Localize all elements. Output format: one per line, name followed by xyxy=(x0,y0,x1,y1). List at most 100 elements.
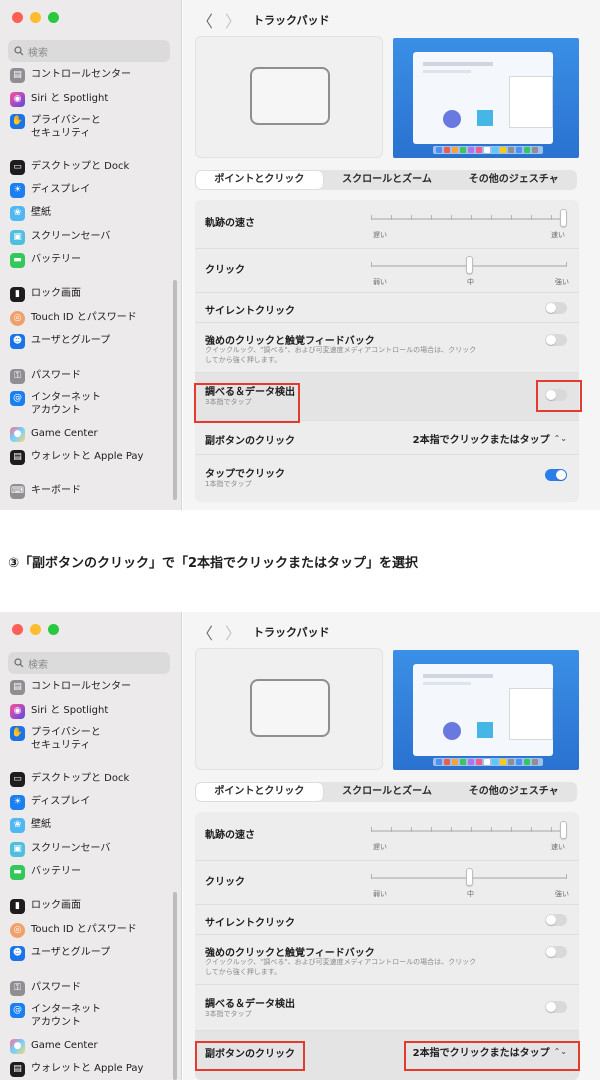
sidebar-item-screensaver[interactable]: ▣ スクリーンセーバ xyxy=(10,230,110,245)
sidebar-item-siri[interactable]: ◉ Siri と Spotlight xyxy=(10,92,108,107)
sidebar-item-game-center[interactable]: ● Game Center xyxy=(10,1039,98,1054)
sidebar-item-lock-screen[interactable]: ▮ ロック画面 xyxy=(10,287,81,302)
sidebar-item-touch-id[interactable]: ◎ Touch ID とパスワード xyxy=(10,923,137,938)
row-lookup: 調べる＆データ検出 3本指でタップ xyxy=(195,372,579,420)
sidebar-item-lock-screen[interactable]: ▮ ロック画面 xyxy=(10,899,81,914)
sidebar-item-control-center[interactable]: ▤ コントロールセンター xyxy=(10,680,131,695)
click-pressure-knob[interactable] xyxy=(466,868,473,886)
sidebar-item-keyboard[interactable]: ⌨ キーボード xyxy=(10,484,81,499)
force-click-toggle[interactable] xyxy=(545,334,567,346)
sidebar-item-display[interactable]: ☀ ディスプレイ xyxy=(10,183,90,198)
sidebar-item-battery[interactable]: ▬ バッテリー xyxy=(10,253,81,268)
sidebar-item-label: Game Center xyxy=(31,428,98,439)
secondary-click-popup[interactable]: 2本指でクリックまたはタップ ⌃⌄ xyxy=(413,1044,567,1059)
users-groups-icon: ☻ xyxy=(10,334,25,349)
back-button[interactable]: 〈 xyxy=(197,620,213,644)
silent-click-toggle[interactable] xyxy=(545,914,567,926)
forward-button[interactable]: 〉 xyxy=(225,8,241,32)
sidebar-item-internet-accounts[interactable]: @ インターネット アカウント xyxy=(10,1003,101,1029)
sidebar-item-wallet[interactable]: ▤ ウォレットと Apple Pay xyxy=(10,1062,143,1077)
screensaver-icon: ▣ xyxy=(10,230,25,245)
zoom-window-button[interactable] xyxy=(48,12,59,23)
click-pressure-knob[interactable] xyxy=(466,256,473,274)
wallpaper-icon: ❀ xyxy=(10,818,25,833)
slider-max-label: 強い xyxy=(555,278,569,286)
battery-icon: ▬ xyxy=(10,253,25,268)
sidebar-item-game-center[interactable]: ● Game Center xyxy=(10,427,98,442)
at-icon: @ xyxy=(10,1003,25,1018)
tap-to-click-toggle[interactable] xyxy=(545,469,567,481)
window-controls xyxy=(12,12,59,23)
tracking-speed-slider[interactable] xyxy=(371,821,567,839)
click-pressure-slider[interactable] xyxy=(371,256,567,274)
sidebar-item-siri[interactable]: ◉ Siri と Spotlight xyxy=(10,704,108,719)
sidebar-item-users[interactable]: ☻ ユーザとグループ xyxy=(10,946,110,961)
forward-button[interactable]: 〉 xyxy=(225,620,241,644)
sidebar-item-privacy[interactable]: ✋ プライバシーと セキュリティ xyxy=(10,726,101,752)
sidebar-item-privacy[interactable]: ✋ プライバシーと セキュリティ xyxy=(10,114,101,140)
sidebar-item-label: ディスプレイ xyxy=(31,184,91,195)
search-field[interactable]: 検索 xyxy=(8,40,170,62)
sidebar-scrollbar[interactable] xyxy=(173,892,177,1080)
sidebar-item-label: Siri と Spotlight xyxy=(31,93,109,104)
tab-more-gestures[interactable]: その他のジェスチャ xyxy=(450,170,577,190)
minimize-window-button[interactable] xyxy=(30,624,41,635)
sidebar-item-wallpaper[interactable]: ❀ 壁紙 xyxy=(10,206,51,221)
preview-square xyxy=(477,110,493,126)
display-icon: ☀ xyxy=(10,183,25,198)
silent-click-toggle[interactable] xyxy=(545,302,567,314)
zoom-window-button[interactable] xyxy=(48,624,59,635)
page-title: トラックパッド xyxy=(253,14,330,27)
tab-bar: ポイントとクリック スクロールとズーム その他のジェスチャ xyxy=(195,170,577,190)
row-click-pressure: クリック 弱い 中 強い xyxy=(195,248,579,292)
sidebar-item-wallpaper[interactable]: ❀ 壁紙 xyxy=(10,818,51,833)
sidebar-item-users[interactable]: ☻ ユーザとグループ xyxy=(10,334,110,349)
minimize-window-button[interactable] xyxy=(30,12,41,23)
tracking-speed-knob[interactable] xyxy=(560,209,567,227)
tracking-speed-slider[interactable] xyxy=(371,209,567,227)
preview-circle xyxy=(443,110,461,128)
sidebar-item-wallet[interactable]: ▤ ウォレットと Apple Pay xyxy=(10,450,143,465)
slider-min-label: 弱い xyxy=(373,890,387,898)
step-caption: ③「副ボタンのクリック」で「2本指でクリックまたはタップ」を選択 xyxy=(8,556,419,571)
sidebar-item-label: ユーザとグループ xyxy=(31,947,111,958)
sidebar-item-control-center[interactable]: ▤ コントロールセンター xyxy=(10,68,131,83)
sidebar: 検索 ▤ コントロールセンター ◉ Siri と Spotlight ✋ プライバシー… xyxy=(0,0,182,510)
sidebar-item-screensaver[interactable]: ▣ スクリーンセーバ xyxy=(10,842,110,857)
trackpad-illustration xyxy=(195,36,383,158)
sidebar-item-label: パスワード xyxy=(31,982,81,993)
tracking-speed-knob[interactable] xyxy=(560,821,567,839)
sidebar-item-passwords[interactable]: ⚿ パスワード xyxy=(10,981,81,996)
tab-scroll-zoom[interactable]: スクロールとズーム xyxy=(324,170,451,190)
tab-point-click[interactable]: ポイントとクリック xyxy=(196,171,323,189)
lock-screen-icon: ▮ xyxy=(10,287,25,302)
force-click-toggle[interactable] xyxy=(545,946,567,958)
sidebar-item-label: スクリーンセーバ xyxy=(31,231,111,242)
sidebar-item-touch-id[interactable]: ◎ Touch ID とパスワード xyxy=(10,311,137,326)
lookup-toggle[interactable] xyxy=(545,389,567,401)
siri-icon: ◉ xyxy=(10,92,25,107)
tab-more-gestures[interactable]: その他のジェスチャ xyxy=(450,782,577,802)
secondary-click-popup[interactable]: 2本指でクリックまたはタップ ⌃⌄ xyxy=(413,431,567,446)
back-button[interactable]: 〈 xyxy=(197,8,213,32)
close-window-button[interactable] xyxy=(12,624,23,635)
lookup-toggle[interactable] xyxy=(545,1001,567,1013)
tab-point-click[interactable]: ポイントとクリック xyxy=(196,783,323,801)
sidebar-item-desktop-dock[interactable]: ▭ デスクトップと Dock xyxy=(10,160,129,175)
sidebar-item-passwords[interactable]: ⚿ パスワード xyxy=(10,369,81,384)
close-window-button[interactable] xyxy=(12,12,23,23)
tap-to-click-description: 1本指でタップ xyxy=(205,480,252,488)
row-click-pressure: クリック 弱い 中 強い xyxy=(195,860,579,904)
sidebar-item-battery[interactable]: ▬ バッテリー xyxy=(10,865,81,880)
sidebar-item-label: Touch ID とパスワード xyxy=(31,924,137,935)
sidebar-item-internet-accounts[interactable]: @ インターネット アカウント xyxy=(10,391,101,417)
search-field[interactable]: 検索 xyxy=(8,652,170,674)
click-pressure-slider[interactable] xyxy=(371,868,567,886)
sidebar-item-display[interactable]: ☀ ディスプレイ xyxy=(10,795,90,810)
sidebar-scrollbar[interactable] xyxy=(173,280,177,500)
tab-scroll-zoom[interactable]: スクロールとズーム xyxy=(324,782,451,802)
slider-mid-label: 中 xyxy=(467,890,474,898)
toolbar: 〈 〉 トラックパッド xyxy=(197,620,329,644)
sidebar-item-desktop-dock[interactable]: ▭ デスクトップと Dock xyxy=(10,772,129,787)
siri-icon: ◉ xyxy=(10,704,25,719)
